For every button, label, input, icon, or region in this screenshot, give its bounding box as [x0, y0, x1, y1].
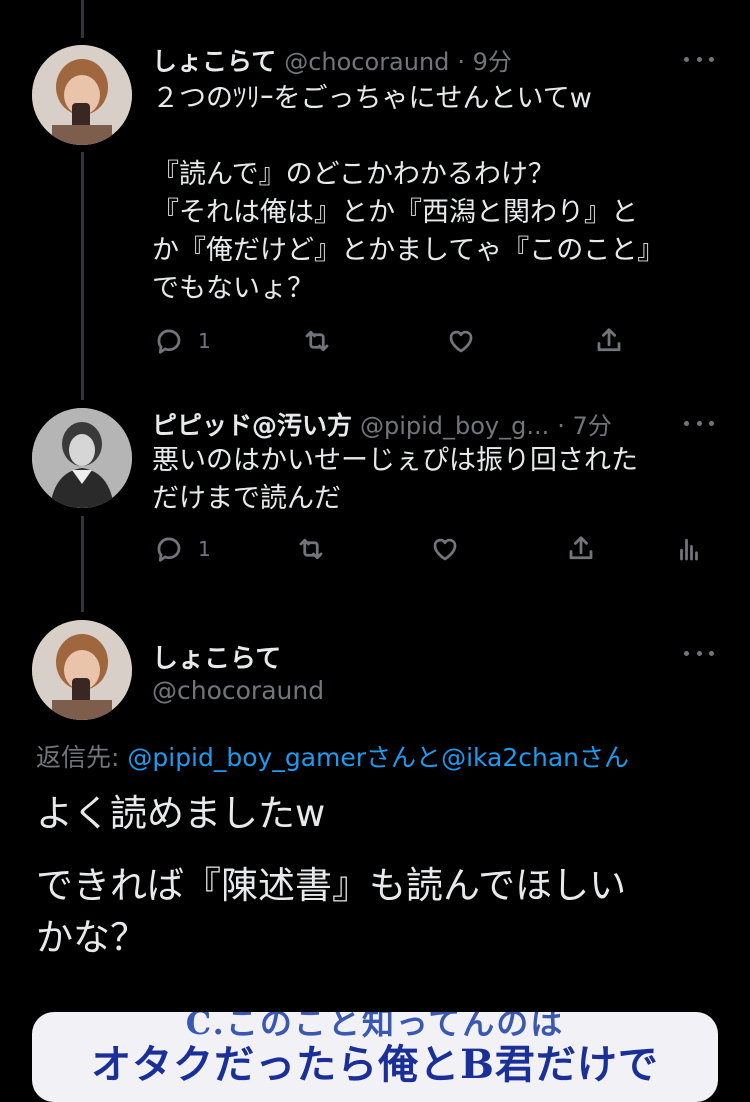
attached-image[interactable]: C.このこと知ってんのは オタクだったら俺とB君だけで	[32, 1012, 718, 1102]
tweet-actions: 1	[0, 534, 750, 574]
analytics-button[interactable]	[674, 534, 704, 564]
more-icon[interactable]	[684, 648, 714, 658]
reply-prefix: 返信先:	[36, 743, 128, 772]
timestamp[interactable]: · 7分	[557, 412, 612, 440]
analytics-icon	[680, 538, 698, 561]
mention-link[interactable]: @pipid_boy_gamer	[127, 743, 366, 772]
tweet-header: しょこらて @chocoraund · 9分	[152, 42, 512, 78]
display-name[interactable]: しょこらて	[152, 47, 276, 76]
like-button[interactable]	[430, 534, 460, 564]
timestamp[interactable]: · 9分	[457, 48, 512, 76]
reply-count: 1	[198, 329, 211, 353]
tweet-text-line: できれば『陳述書』も読んでほしい	[36, 864, 627, 907]
more-icon[interactable]	[684, 418, 714, 428]
user-handle[interactable]: @chocoraund	[284, 48, 449, 76]
tweet-text-line: よく読めましたw	[36, 792, 326, 835]
replying-to: 返信先: @pipid_boy_gamerさんと@ika2chanさん	[36, 738, 629, 774]
image-caption-main: オタクだったら俺とB君だけで	[91, 1041, 659, 1088]
display-name[interactable]: しょこらて	[152, 638, 281, 675]
reply-button[interactable]: 1	[154, 326, 211, 356]
like-icon	[433, 538, 457, 561]
mention-link[interactable]: @ika2chan	[441, 743, 579, 772]
more-icon[interactable]	[684, 54, 714, 64]
tweet-actions: 1	[0, 326, 750, 366]
user-handle[interactable]: @pipid_boy_g...	[360, 412, 549, 440]
share-button[interactable]	[594, 326, 624, 356]
share-icon	[569, 536, 593, 560]
thread-line-top	[81, 0, 84, 38]
retweet-icon	[305, 330, 329, 352]
reply-connector: さんと	[366, 743, 442, 772]
reply-icon	[157, 537, 181, 562]
tweet-header: ピピッド@汚い方 @pipid_boy_g... · 7分	[152, 406, 612, 442]
reply-button[interactable]: 1	[154, 534, 211, 564]
tweet-text: 悪いのはかいせーじぇぴは振り回された だけまで読んだ	[152, 445, 638, 514]
avatar[interactable]	[32, 620, 132, 720]
reply-suffix: さん	[579, 743, 630, 772]
avatar[interactable]	[32, 408, 132, 508]
retweet-button[interactable]	[302, 326, 332, 356]
share-icon	[597, 328, 621, 352]
like-icon	[449, 330, 473, 353]
like-button[interactable]	[446, 326, 476, 356]
retweet-icon	[299, 538, 323, 560]
avatar[interactable]	[32, 45, 132, 145]
user-handle[interactable]: @chocoraund	[152, 676, 324, 705]
share-button[interactable]	[566, 534, 596, 564]
tweet-text: ２つのﾂﾘｰをごっちゃにせんといてw 『読んで』のどこかわかるわけ？ 『それは俺…	[152, 83, 665, 304]
display-name[interactable]: ピピッド@汚い方	[152, 411, 352, 440]
reply-icon	[157, 329, 181, 354]
tweet-text-line: かな？	[36, 916, 147, 959]
reply-count: 1	[198, 537, 211, 561]
retweet-button[interactable]	[296, 534, 326, 564]
